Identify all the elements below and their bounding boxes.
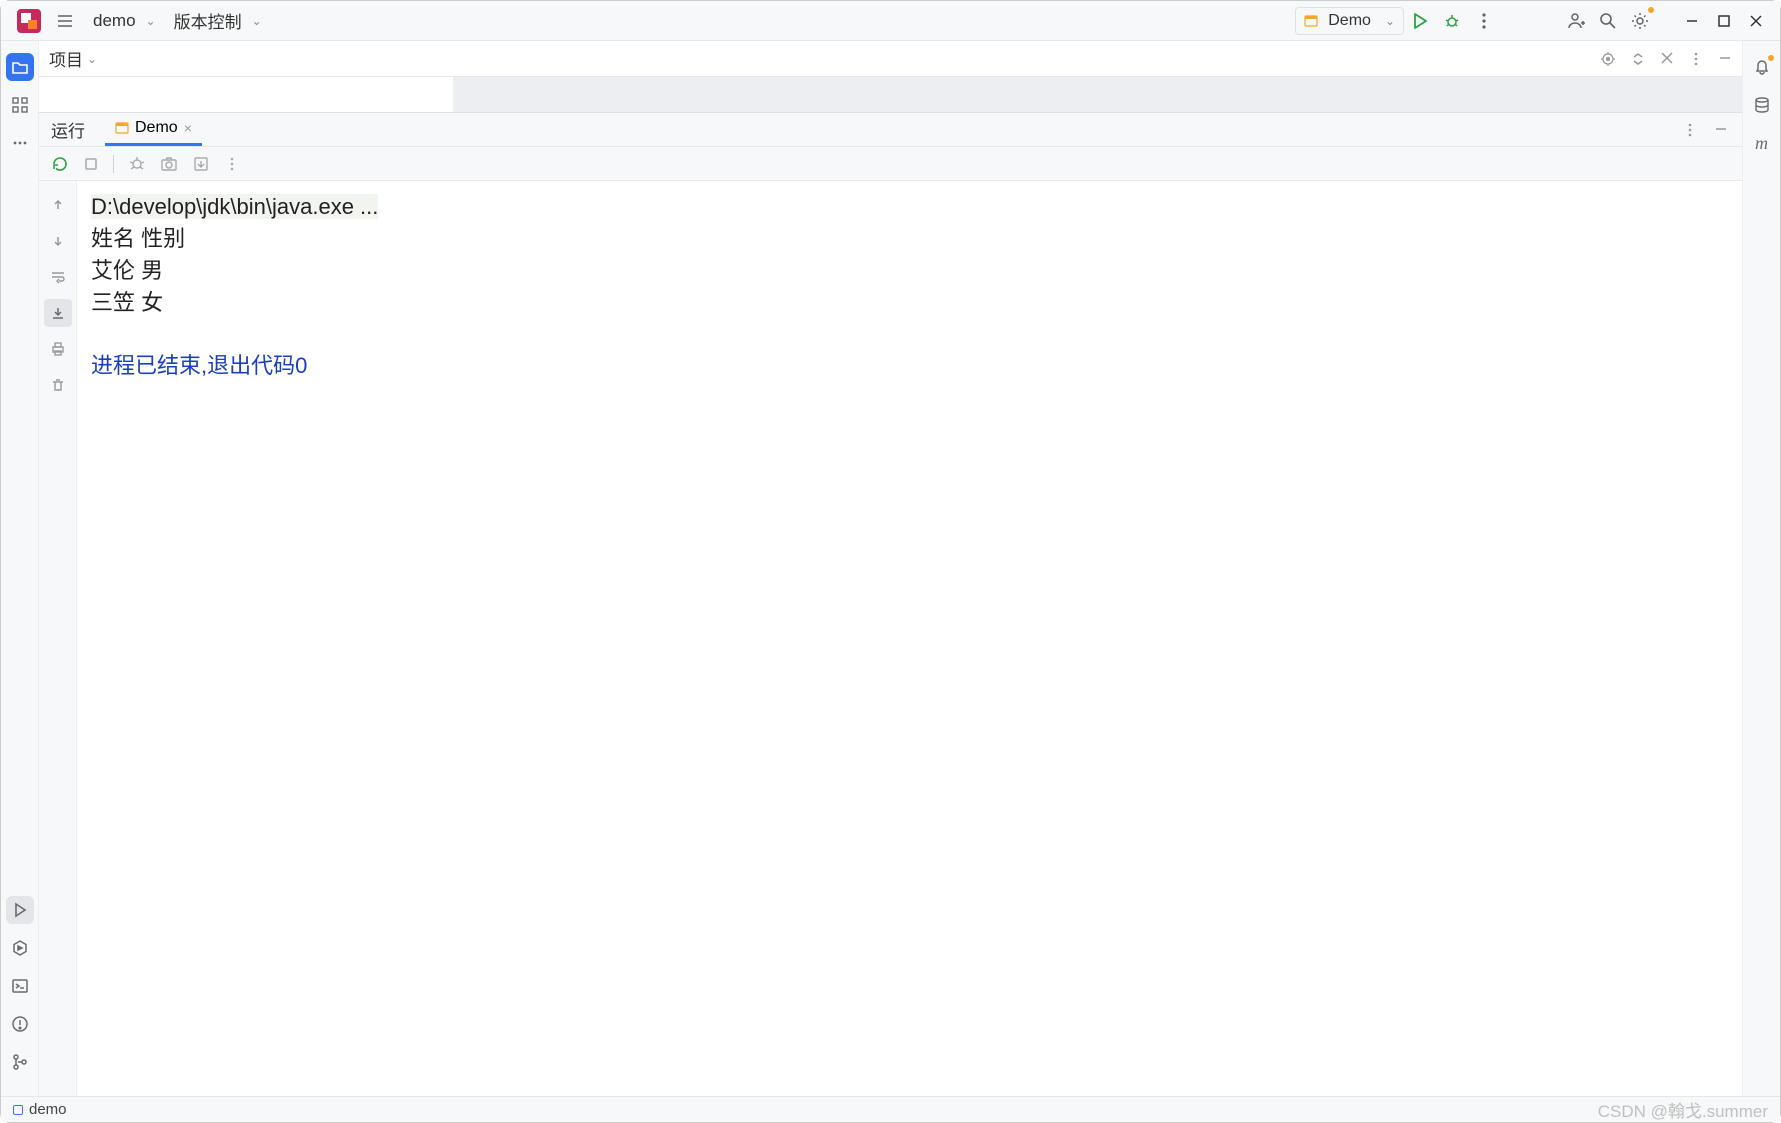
vcs-dropdown[interactable]: 版本控制 ⌄ bbox=[162, 5, 268, 37]
debug-button[interactable] bbox=[1436, 5, 1468, 37]
main-menu-icon[interactable] bbox=[49, 5, 81, 37]
scroll-to-end-icon[interactable] bbox=[44, 299, 72, 327]
scroll-up-icon[interactable] bbox=[44, 191, 72, 219]
run-toolbar bbox=[39, 147, 1742, 181]
run-tab-label: Demo bbox=[135, 119, 178, 137]
export-icon[interactable] bbox=[192, 155, 210, 173]
panel-options-icon[interactable] bbox=[1682, 122, 1698, 138]
console-command: D:\develop\jdk\bin\java.exe ... bbox=[91, 194, 378, 219]
panel-options-icon[interactable] bbox=[1688, 51, 1704, 67]
database-icon[interactable] bbox=[1748, 91, 1776, 119]
run-tool-icon[interactable] bbox=[6, 896, 34, 924]
console-exit-line: 进程已结束,退出代码0 bbox=[91, 350, 1728, 382]
close-button[interactable] bbox=[1740, 5, 1772, 37]
stop-icon[interactable] bbox=[83, 156, 99, 172]
maximize-button[interactable] bbox=[1708, 5, 1740, 37]
terminal-tool-icon[interactable] bbox=[6, 972, 34, 1000]
services-tool-icon[interactable] bbox=[6, 934, 34, 962]
console-line: 姓名 性别 bbox=[91, 223, 1728, 255]
run-button[interactable] bbox=[1404, 5, 1436, 37]
status-project-name[interactable]: demo bbox=[29, 1101, 67, 1118]
run-panel-tabs: 运行 Demo × bbox=[39, 113, 1742, 147]
more-tool-icon[interactable] bbox=[6, 129, 34, 157]
locate-icon[interactable] bbox=[1600, 51, 1616, 67]
app-icon bbox=[17, 9, 41, 33]
console-gutter bbox=[39, 181, 77, 1096]
title-bar: demo ⌄ 版本控制 ⌄ Demo ⌄ bbox=[1, 1, 1780, 41]
expand-icon[interactable] bbox=[1630, 51, 1646, 67]
project-tool-icon[interactable] bbox=[6, 53, 34, 81]
run-panel-title: 运行 bbox=[51, 117, 85, 142]
status-bar: demo CSDN @翰戈.summer bbox=[1, 1096, 1780, 1122]
chevron-down-icon[interactable]: ⌄ bbox=[87, 52, 97, 66]
notifications-icon[interactable] bbox=[1748, 53, 1776, 81]
close-panel-icon[interactable] bbox=[1660, 51, 1674, 67]
run-tab-demo[interactable]: Demo × bbox=[105, 113, 202, 146]
minimize-panel-icon[interactable] bbox=[1714, 122, 1728, 138]
close-tab-icon[interactable]: × bbox=[184, 120, 192, 136]
console-line: 三笠 女 bbox=[91, 287, 1728, 319]
clear-icon[interactable] bbox=[44, 371, 72, 399]
rerun-icon[interactable] bbox=[51, 155, 69, 173]
filter-icon[interactable] bbox=[128, 155, 146, 173]
structure-tool-icon[interactable] bbox=[6, 91, 34, 119]
account-icon[interactable] bbox=[1560, 5, 1592, 37]
vcs-tool-icon[interactable] bbox=[6, 1048, 34, 1076]
soft-wrap-icon[interactable] bbox=[44, 263, 72, 291]
project-panel-title: 项目 bbox=[49, 46, 83, 71]
minimize-button[interactable] bbox=[1676, 5, 1708, 37]
vcs-label: 版本控制 bbox=[168, 8, 248, 33]
search-icon[interactable] bbox=[1592, 5, 1624, 37]
toolbar-more-icon[interactable] bbox=[224, 156, 240, 172]
console-line: 艾伦 男 bbox=[91, 255, 1728, 287]
chevron-down-icon: ⌄ bbox=[146, 14, 156, 28]
project-name: demo bbox=[87, 11, 142, 31]
print-icon[interactable] bbox=[44, 335, 72, 363]
status-project-icon bbox=[13, 1105, 23, 1115]
scroll-down-icon[interactable] bbox=[44, 227, 72, 255]
run-config-name: Demo bbox=[1322, 12, 1377, 30]
project-dropdown[interactable]: demo ⌄ bbox=[81, 5, 162, 37]
screenshot-icon[interactable] bbox=[160, 155, 178, 173]
chevron-down-icon: ⌄ bbox=[1385, 14, 1395, 28]
chevron-down-icon: ⌄ bbox=[252, 14, 262, 28]
settings-icon[interactable] bbox=[1624, 5, 1656, 37]
minimize-panel-icon[interactable] bbox=[1718, 51, 1732, 67]
run-config-selector[interactable]: Demo ⌄ bbox=[1295, 7, 1404, 35]
problems-tool-icon[interactable] bbox=[6, 1010, 34, 1038]
right-tool-rail: m bbox=[1742, 41, 1780, 1096]
editor-tab-strip bbox=[39, 77, 1742, 113]
left-tool-rail bbox=[1, 41, 39, 1096]
console-output[interactable]: D:\develop\jdk\bin\java.exe ... 姓名 性别 艾伦… bbox=[77, 181, 1742, 1096]
maven-icon[interactable]: m bbox=[1748, 129, 1776, 157]
more-actions-icon[interactable] bbox=[1468, 5, 1500, 37]
project-panel-header: 项目 ⌄ bbox=[39, 41, 1742, 77]
watermark: CSDN @翰戈.summer bbox=[1598, 1097, 1768, 1122]
